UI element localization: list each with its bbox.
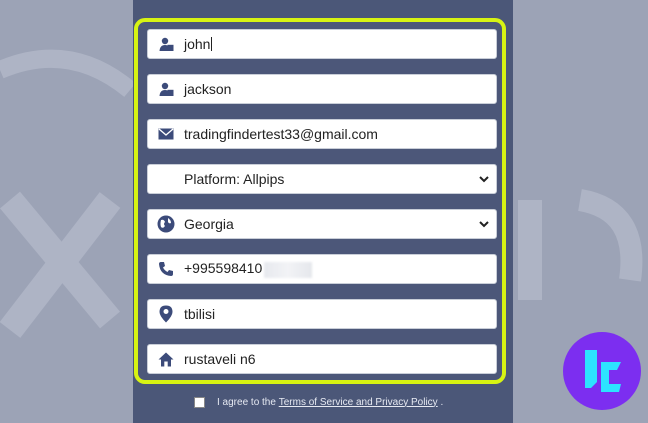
platform-value: Platform: Allpips: [184, 171, 285, 187]
address-value: rustaveli n6: [184, 351, 256, 367]
email-field[interactable]: tradingfindertest33@gmail.com: [147, 119, 497, 149]
last-name-value: jackson: [184, 81, 232, 97]
redacted-digits: [264, 261, 313, 278]
country-value: Georgia: [184, 216, 234, 232]
user-icon: [148, 74, 184, 104]
phone-value: +995598410: [184, 260, 313, 278]
address-field[interactable]: rustaveli n6: [147, 344, 497, 374]
tf-logo-glyph: [585, 350, 621, 392]
terms-checkbox[interactable]: [194, 396, 205, 408]
country-select[interactable]: Georgia: [147, 209, 497, 239]
terms-link[interactable]: Terms of Service and Privacy Policy: [279, 397, 438, 408]
phone-field[interactable]: +995598410: [147, 254, 497, 284]
city-value: tbilisi: [184, 306, 216, 322]
city-field[interactable]: tbilisi: [147, 299, 497, 329]
user-icon: [148, 29, 184, 59]
platform-select[interactable]: Platform: Allpips: [147, 164, 497, 194]
terms-period: .: [440, 396, 444, 408]
globe-icon: [148, 209, 184, 239]
phone-icon: [148, 254, 184, 284]
home-icon: [148, 344, 184, 374]
location-pin-icon: [148, 299, 184, 329]
last-name-field[interactable]: jackson: [147, 74, 497, 104]
chevron-down-icon: [472, 175, 496, 183]
first-name-field[interactable]: john: [147, 29, 497, 59]
tf-logo: [563, 332, 641, 410]
email-value: tradingfindertest33@gmail.com: [184, 126, 378, 142]
chevron-down-icon: [472, 220, 496, 228]
platform-icon-placeholder: [148, 164, 184, 194]
text-caret: [211, 37, 213, 51]
envelope-icon: [148, 119, 184, 149]
terms-agreement: I agree to the Terms of Service and Priv…: [194, 392, 494, 412]
terms-text: I agree to the: [217, 396, 276, 408]
highlight-frame: [134, 18, 506, 384]
first-name-value: john: [184, 36, 213, 52]
